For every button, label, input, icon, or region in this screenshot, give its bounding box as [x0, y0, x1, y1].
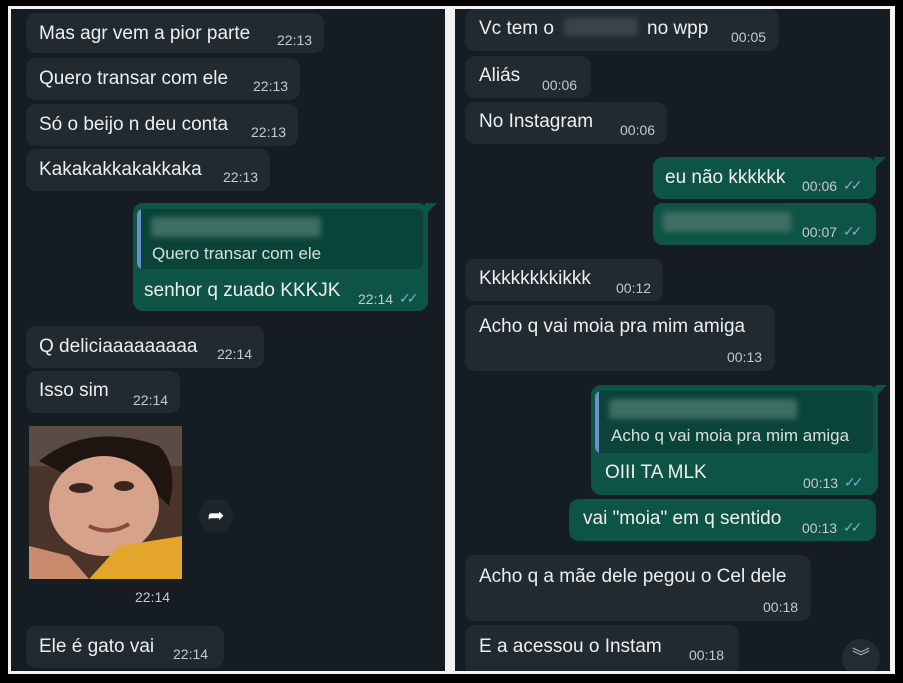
message-bubble[interactable]: Q deliciaaaaaaaaa 22:14 [26, 326, 264, 368]
left-chat-panel[interactable]: Mas agr vem a pior parte 22:13 Quero tra… [11, 9, 445, 671]
message-text: Só o beijo n deu conta [39, 114, 229, 135]
message-text: Quero transar com ele [39, 68, 229, 89]
message-text: Aliás [479, 65, 521, 86]
message-time: 00:07 [802, 224, 838, 240]
blurred-name [609, 399, 797, 419]
message-bubble-outgoing[interactable]: vai "moia" em q sentido 00:13 ✓✓ [569, 499, 876, 541]
double-check-icon: ✓✓ [843, 177, 863, 193]
message-time: 22:13 [253, 78, 289, 94]
message-time: 22:14 [133, 392, 169, 408]
image-time-container: 22:14 [127, 585, 183, 611]
forward-icon[interactable]: ➦ [199, 499, 233, 533]
message-time: 22:13 [223, 169, 259, 185]
message-time: 22:14 [173, 646, 209, 662]
right-chat-panel[interactable]: Vc tem o no wpp 00:05 Aliás 00:06 No Ins… [455, 9, 890, 671]
message-text: OIII TA MLK [605, 462, 707, 483]
message-time: 00:06 [542, 77, 578, 93]
message-bubble[interactable]: Quero transar com ele 22:13 [26, 58, 300, 100]
quoted-message[interactable]: Acho q vai moia pra mim amiga [595, 391, 873, 453]
message-time: 00:18 [763, 599, 799, 615]
message-text: Isso sim [39, 380, 109, 401]
image-message[interactable] [29, 426, 182, 579]
message-text: senhor q zuado KKKJK [144, 280, 341, 301]
quote-accent-bar [137, 209, 141, 269]
message-bubble-outgoing[interactable]: 00:07 ✓✓ [653, 203, 876, 245]
double-check-icon: ✓✓ [844, 474, 864, 490]
message-text: Ele é gato vai [39, 636, 155, 657]
person-photo [29, 426, 182, 579]
message-time: 00:13 [727, 349, 763, 365]
blurred-text [663, 212, 791, 232]
message-bubble[interactable]: Ele é gato vai 22:14 [26, 626, 224, 668]
message-time: 22:13 [277, 32, 313, 48]
message-time: 00:13 [802, 520, 838, 536]
message-text: eu não kkkkkk [665, 167, 786, 188]
message-bubble[interactable]: Isso sim 22:14 [26, 371, 180, 413]
message-bubble[interactable]: Só o beijo n deu conta 22:13 [26, 104, 298, 146]
message-bubble[interactable]: Mas agr vem a pior parte 22:13 [26, 13, 324, 53]
message-text: Kkkkkkkkikkk [479, 268, 591, 289]
message-text: Q deliciaaaaaaaaa [39, 336, 198, 357]
message-bubble-outgoing[interactable]: Quero transar com ele senhor q zuado KKK… [133, 203, 428, 311]
message-time: 22:14 [358, 291, 394, 307]
quoted-text: Acho q vai moia pra mim amiga [611, 426, 850, 445]
message-text: vai "moia" em q sentido [583, 508, 782, 529]
message-bubble-outgoing[interactable]: Acho q vai moia pra mim amiga OIII TA ML… [591, 385, 878, 495]
bubble-tail [425, 203, 437, 215]
message-bubble[interactable]: Kkkkkkkkikkk 00:12 [465, 259, 663, 301]
message-bubble[interactable]: Kakakakkakakkaka 22:13 [26, 149, 270, 191]
quoted-message[interactable]: Quero transar com ele [137, 209, 423, 269]
message-text-end: no wpp [647, 18, 709, 39]
message-text: No Instagram [479, 111, 594, 132]
message-time: 00:12 [616, 280, 652, 296]
message-bubble[interactable]: Vc tem o no wpp 00:05 [465, 9, 779, 51]
message-text: Acho q vai moia pra mim amiga [479, 316, 746, 337]
message-time: 00:05 [731, 29, 767, 45]
scroll-down-icon[interactable]: ︾ [842, 639, 880, 671]
double-check-icon: ✓✓ [843, 223, 863, 239]
blurred-name [151, 217, 321, 237]
message-text: E a acessou o Instam [479, 636, 662, 657]
message-bubble[interactable]: Aliás 00:06 [465, 56, 591, 98]
double-check-icon: ✓✓ [399, 290, 419, 306]
message-time: 22:14 [217, 346, 253, 362]
bubble-tail [874, 157, 886, 169]
message-bubble[interactable]: Acho q vai moia pra mim amiga 00:13 [465, 305, 775, 371]
message-bubble[interactable]: Acho q a mãe dele pegou o Cel dele 00:18 [465, 555, 811, 621]
quoted-text: Quero transar com ele [152, 244, 322, 263]
message-bubble[interactable]: No Instagram 00:06 [465, 102, 667, 144]
message-time: 00:18 [689, 647, 725, 663]
message-text: Mas agr vem a pior parte [39, 23, 251, 44]
message-text: Acho q a mãe dele pegou o Cel dele [479, 566, 787, 587]
double-check-icon: ✓✓ [843, 519, 863, 535]
message-bubble[interactable]: E a acessou o Instam 00:18 [465, 625, 739, 671]
blurred-name [564, 18, 638, 36]
message-time: 22:14 [135, 589, 171, 605]
message-text-start: Vc tem o [479, 18, 554, 39]
message-time: 22:13 [251, 124, 287, 140]
bubble-tail [875, 385, 887, 397]
message-time: 00:13 [803, 475, 839, 491]
message-text: Kakakakkakakkaka [39, 159, 202, 180]
message-time: 00:06 [620, 122, 656, 138]
message-bubble-outgoing[interactable]: eu não kkkkkk 00:06 ✓✓ [653, 157, 876, 199]
quote-accent-bar [595, 391, 599, 453]
message-time: 00:06 [802, 178, 838, 194]
